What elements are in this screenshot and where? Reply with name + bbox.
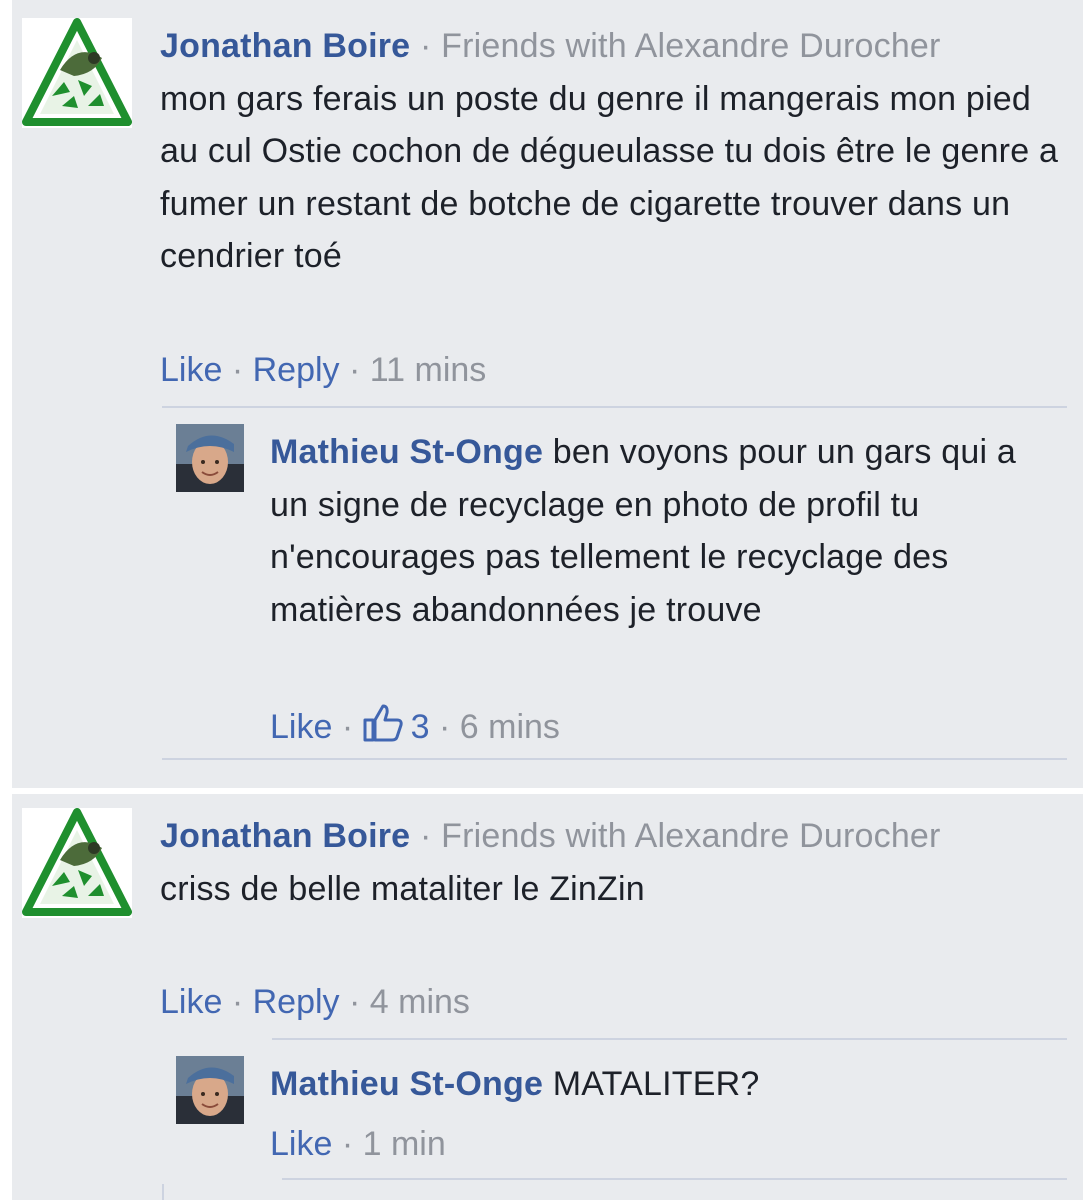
dot-separator: · [349, 351, 361, 389]
reply-timestamp[interactable]: 1 min [363, 1125, 446, 1163]
comment-actions: Like · Reply · 11 mins [160, 350, 486, 390]
reply-author-link[interactable]: Mathieu St-Onge [270, 433, 543, 471]
reply-divider [162, 758, 1067, 760]
thumbs-up-icon [363, 704, 403, 742]
comment-timestamp[interactable]: 4 mins [370, 983, 470, 1021]
thread-line [162, 1184, 164, 1200]
comment-text: mon gars ferais un poste du genre il man… [160, 79, 1059, 276]
reply-button[interactable]: Reply [253, 351, 340, 389]
avatar[interactable] [176, 1056, 244, 1124]
reply-actions: Like · 3 · 6 mins [270, 704, 560, 747]
dot-separator: · [341, 1125, 354, 1163]
like-button[interactable]: Like [160, 983, 222, 1021]
recycle-frog-icon [22, 808, 132, 916]
reply-timestamp[interactable]: 6 mins [460, 708, 560, 746]
recycle-frog-icon [22, 18, 132, 126]
reply-author-link[interactable]: Mathieu St-Onge [270, 1065, 543, 1103]
dot-separator: · [231, 351, 244, 389]
reply-divider [272, 1038, 1067, 1040]
reply-body: Mathieu St-Onge ben voyons pour un gars … [270, 426, 1030, 636]
reply-button[interactable]: Reply [253, 983, 340, 1021]
comment-timestamp[interactable]: 11 mins [370, 351, 487, 389]
avatar[interactable] [176, 424, 244, 492]
reply-actions: Like · 1 min [270, 1124, 446, 1164]
reply-divider [162, 406, 1067, 408]
comments-page: Jonathan Boire · Friends with Alexandre … [0, 0, 1083, 1200]
reply-divider [282, 1178, 1067, 1180]
comment-text: criss de belle mataliter le ZinZin [160, 869, 645, 908]
comment-body: Jonathan Boire · Friends with Alexandre … [160, 810, 1060, 915]
comment-thread: Jonathan Boire · Friends with Alexandre … [12, 0, 1083, 788]
avatar[interactable] [22, 18, 132, 128]
likes-count[interactable]: 3 [363, 704, 430, 746]
like-button[interactable]: Like [270, 1125, 332, 1163]
friends-with-context: Friends with Alexandre Durocher [441, 817, 941, 855]
comment-body: Jonathan Boire · Friends with Alexandre … [160, 20, 1060, 283]
dot-separator: · [349, 983, 361, 1021]
comment-actions: Like · Reply · 4 mins [160, 982, 470, 1022]
comment-author-link[interactable]: Jonathan Boire [160, 817, 410, 855]
dot-separator: · [419, 27, 432, 65]
dot-separator: · [341, 708, 354, 746]
dot-separator: · [231, 983, 244, 1021]
person-photo-icon [176, 1056, 244, 1124]
reply-text: MATALITER? [552, 1065, 760, 1103]
comment-author-link[interactable]: Jonathan Boire [160, 27, 410, 65]
likes-count-value: 3 [410, 708, 430, 746]
friends-with-context: Friends with Alexandre Durocher [441, 27, 941, 65]
avatar[interactable] [22, 808, 132, 918]
like-button[interactable]: Like [160, 351, 222, 389]
reply-body: Mathieu St-Onge MATALITER? [270, 1058, 1030, 1111]
like-button[interactable]: Like [270, 708, 332, 746]
person-photo-icon [176, 424, 244, 492]
comment-thread: Jonathan Boire · Friends with Alexandre … [12, 794, 1083, 1200]
dot-separator: · [419, 817, 432, 855]
dot-separator: · [438, 708, 451, 746]
